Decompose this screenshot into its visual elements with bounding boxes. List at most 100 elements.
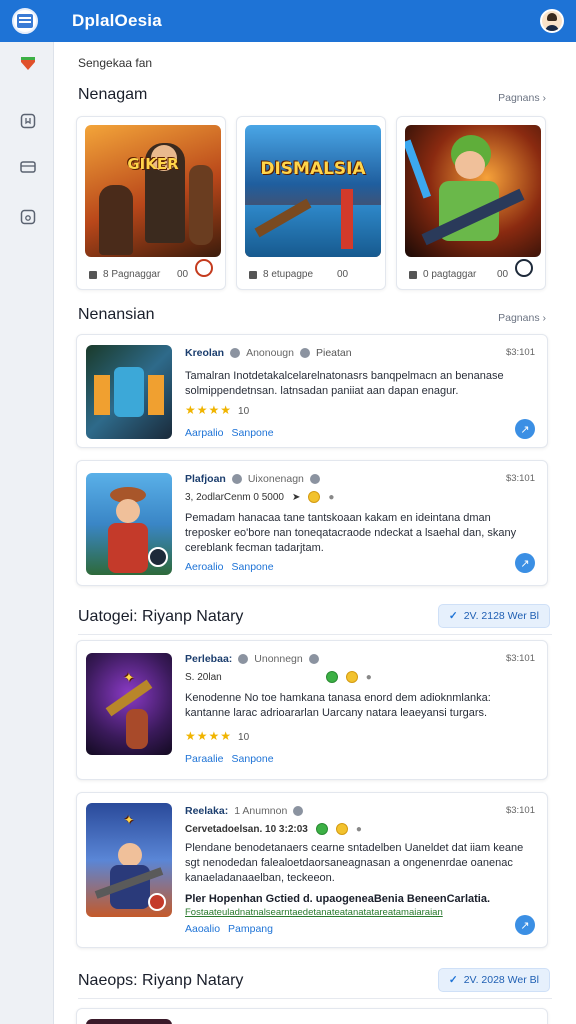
like-icon[interactable]: ● — [366, 672, 372, 683]
folder-icon — [249, 270, 257, 279]
card-action-primary-link[interactable]: Aeroalio — [185, 561, 224, 573]
card-action-secondary-link[interactable]: Sanpone — [232, 753, 274, 765]
reaction-emoji-icon[interactable] — [325, 671, 338, 683]
game-tile-2[interactable]: DISMALSIA 8 etupagpe 00 — [236, 116, 386, 290]
author-subtitle: Uixonenagn — [247, 473, 304, 485]
author-name[interactable]: Reelaka: — [185, 805, 228, 817]
tile-meta-text: 8 etupagpe — [263, 269, 314, 280]
home-badge-icon — [21, 57, 35, 70]
share-icon[interactable]: ↗ — [515, 553, 535, 573]
see-all-recent-link[interactable]: Pagnans › — [498, 312, 546, 324]
activity-card-1[interactable]: Kreolan Anonougn Pieatan $3:101 Tamalran… — [76, 334, 548, 448]
folder-icon — [89, 270, 97, 279]
globe-icon — [231, 474, 242, 484]
card-action-secondary-link[interactable]: Sanpone — [232, 427, 274, 439]
rating-stars: ★★★★ 10 — [185, 729, 250, 743]
app-logo-icon[interactable] — [12, 8, 38, 34]
sidebar-item-store[interactable] — [17, 156, 39, 178]
card-link-text[interactable]: Fostaateuladnatnalsearntaedetanateatanat… — [185, 907, 531, 918]
reaction-emoji-icon[interactable] — [335, 823, 348, 835]
cover-title-text: DISMALSIA — [260, 159, 366, 179]
author-name[interactable]: Plafjoan — [185, 473, 226, 485]
reaction-emoji-icon[interactable] — [315, 823, 328, 835]
card-action-secondary-link[interactable]: Sanpone — [232, 561, 274, 573]
author-subtitle: 1 Anumnon — [234, 805, 288, 817]
like-icon[interactable]: ● — [328, 492, 334, 503]
game-cover-image: GIKER — [85, 125, 221, 257]
sidebar-item-games[interactable] — [17, 206, 39, 228]
share-icon[interactable]: ↗ — [515, 419, 535, 439]
card-header: Kreolan Anonougn Pieatan — [185, 347, 352, 359]
see-all-featured-link[interactable]: Pagnans › — [498, 92, 546, 104]
author-name[interactable]: Perlebaa: — [185, 653, 232, 665]
tag-icon — [308, 654, 319, 664]
sidebar-item-home[interactable] — [17, 52, 39, 74]
game-cover-image — [405, 125, 541, 257]
main-content: Sengekaa fan Nenagam Pagnans › GIKER 8 P… — [54, 42, 576, 1024]
card-actions: Aeroalio Sanpone — [185, 561, 274, 573]
top-app-bar: DplalOesia — [0, 0, 576, 42]
rating-stars: ★★★★ 10 — [185, 403, 250, 417]
section-divider — [78, 634, 552, 635]
author-subtitle: Unonnegn — [254, 653, 303, 665]
activity-card-5[interactable] — [76, 1008, 548, 1024]
card-action-primary-link[interactable]: Aaoalio — [185, 923, 220, 935]
platform-badge-icon — [195, 259, 213, 277]
cursor-icon: ➤ — [291, 491, 301, 503]
tag-icon — [299, 348, 310, 358]
card-action-primary-link[interactable]: Aarpalio — [185, 427, 224, 439]
section-divider — [78, 998, 552, 999]
card-stats: S. 20lan ● — [185, 671, 372, 683]
cover-title-text: ✦ — [123, 813, 135, 827]
card-action-primary-link[interactable]: Paraalie — [185, 753, 224, 765]
reaction-emoji-icon[interactable] — [345, 671, 358, 683]
activity-card-4[interactable]: ✦ Reelaka: 1 Anumnon $3:101 Cervetadoels… — [76, 792, 548, 948]
reaction-emoji-icon[interactable] — [308, 491, 321, 503]
breadcrumb: Sengekaa fan — [78, 56, 153, 70]
tile-meta: 0 pagtaggar 00 — [409, 269, 508, 280]
platform-badge-icon — [515, 259, 533, 277]
date-filter-chip[interactable]: ✓ 2V. 2128 Wer Bl — [437, 604, 550, 628]
game-square-icon — [20, 209, 36, 225]
sidebar — [0, 42, 54, 1024]
section-title-featured: Nenagam — [78, 86, 148, 103]
card-header: Perlebaa: Unonnegn — [185, 653, 319, 665]
card-body: Plendane benodetanaers cearne sntadelben… — [185, 842, 524, 884]
tile-meta: 8 Pagnaggar 00 — [89, 269, 188, 280]
author-subtitle: Anonougn — [246, 347, 294, 359]
tile-count: 00 — [497, 269, 509, 280]
game-thumbnail: ✦ — [86, 653, 172, 755]
check-icon: ✓ — [448, 610, 458, 622]
tile-count: 00 — [177, 269, 189, 280]
user-avatar[interactable] — [540, 9, 564, 33]
game-thumbnail — [86, 473, 172, 575]
card-actions: Paraalie Sanpone — [185, 753, 274, 765]
card-stats-text: Cervetadoelsan. 10 3:2:03 — [185, 823, 308, 835]
game-thumbnail — [86, 345, 172, 439]
tag-icon — [309, 474, 320, 484]
section-title-upcoming-2: Naeops: Riyanp Natary — [78, 972, 244, 989]
section-title-upcoming: Uatogei: Riyanp Natary — [78, 608, 244, 625]
card-highlight: Pler Hopenhan Gctied d. upaogeneaBenia B… — [185, 893, 491, 905]
activity-card-3[interactable]: ✦ Perlebaa: Unonnegn $3:101 S. 20lan ● K… — [76, 640, 548, 780]
cover-title-text: ✦ — [123, 671, 135, 686]
activity-card-2[interactable]: Plafjoan Uixonenagn $3:101 3, 2odlarCenm… — [76, 460, 548, 586]
game-tile-3[interactable]: 0 pagtaggar 00 — [396, 116, 546, 290]
date-filter-chip[interactable]: ✓ 2V. 2028 Wer Bl — [437, 968, 550, 992]
app-title: DplalOesia — [72, 11, 162, 30]
card-timestamp: $3:101 — [505, 805, 535, 816]
bookmark-square-icon — [20, 113, 36, 129]
card-stats-text: 3, 2odlarCenm 0 5000 — [185, 491, 284, 503]
game-tile-1[interactable]: GIKER 8 Pagnaggar 00 — [76, 116, 226, 290]
card-stats: Cervetadoelsan. 10 3:2:03 ● — [185, 823, 362, 835]
globe-icon — [230, 348, 241, 358]
author-name[interactable]: Kreolan — [185, 347, 224, 359]
share-icon[interactable]: ↗ — [515, 915, 535, 935]
card-body: Kenodenne No toe hamkana tanasa enord de… — [185, 692, 491, 719]
card-stats: 3, 2odlarCenm 0 5000 ➤ ● — [185, 491, 334, 503]
card-action-secondary-link[interactable]: Pampang — [228, 923, 273, 935]
tile-meta: 8 etupagpe 00 — [249, 269, 348, 280]
like-icon[interactable]: ● — [356, 824, 362, 835]
card-timestamp: $3:101 — [505, 473, 535, 484]
sidebar-item-library[interactable] — [17, 110, 39, 132]
